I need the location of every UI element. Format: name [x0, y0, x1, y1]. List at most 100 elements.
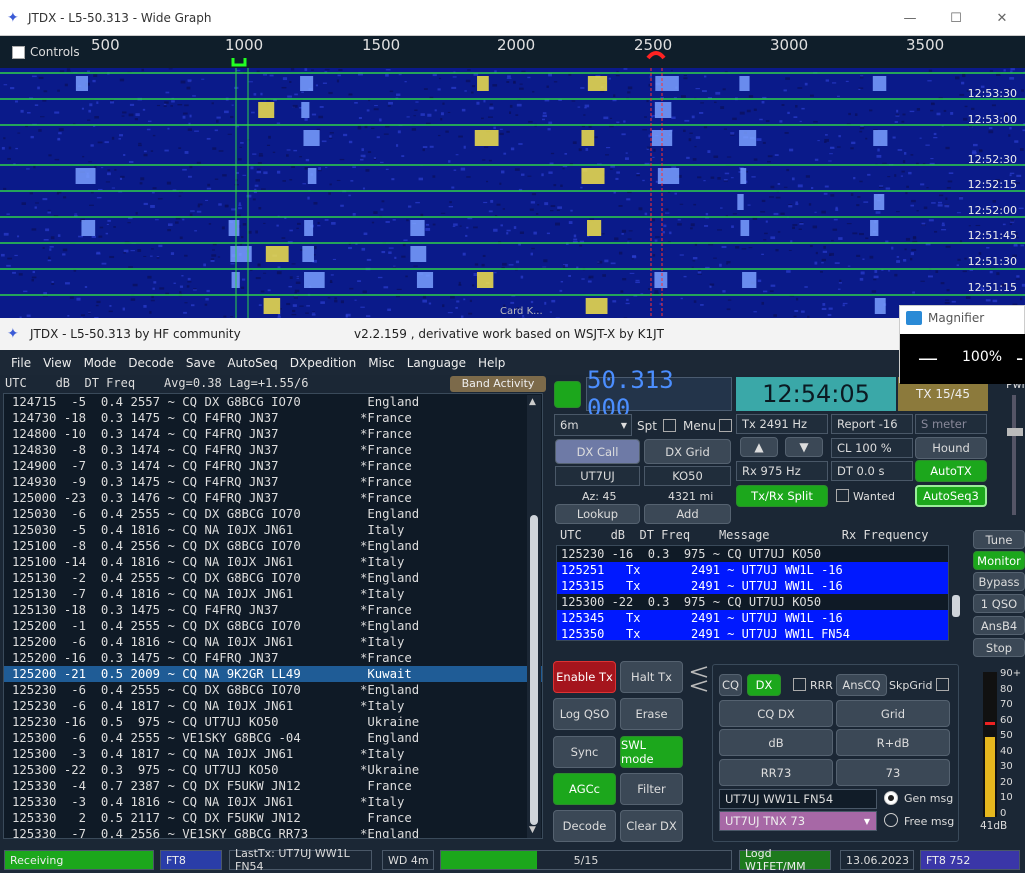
table-row[interactable]: 125300 -6 0.4 2555 ~ VE1SKY G8BCG -04 En…	[4, 730, 542, 746]
autoseq3-button[interactable]: AutoSeq3	[915, 485, 987, 507]
dx-call-field[interactable]: UT7UJ	[555, 466, 640, 486]
zoom-in-icon[interactable]: -	[1016, 346, 1023, 370]
s-meter-field[interactable]: S meter	[915, 414, 987, 434]
dx-button[interactable]: DX	[747, 674, 781, 696]
table-row[interactable]: 125130 -7 0.4 1816 ~ CQ NA I0JX JN61 *It…	[4, 586, 542, 602]
rx-row[interactable]: 125300 -22 0.3 975 ~ CQ UT7UJ KO50	[557, 594, 948, 610]
band-select[interactable]: 6m▼	[554, 414, 632, 436]
table-row[interactable]: 125230 -6 0.4 1817 ~ CQ NA I0JX JN61 *It…	[4, 698, 542, 714]
lookup-button[interactable]: Lookup	[555, 504, 640, 524]
ansb4-button[interactable]: AnsB4	[973, 616, 1025, 635]
one-qso-button[interactable]: 1 QSO	[973, 594, 1025, 613]
table-row[interactable]: 125300 -3 0.4 1817 ~ CQ NA I0JX JN61 *It…	[4, 746, 542, 762]
tune-button[interactable]: Tune	[973, 530, 1025, 549]
menu-autoseq[interactable]: AutoSeq	[221, 356, 283, 370]
menu-view[interactable]: View	[37, 356, 77, 370]
enable-tx-button[interactable]: Enable Tx	[553, 661, 616, 693]
rx-row[interactable]: 125350 Tx 2491 ~ UT7UJ WW1L FN54	[557, 626, 948, 641]
dx-grid-field[interactable]: KO50	[644, 466, 731, 486]
controls-toggle[interactable]: Controls	[12, 45, 80, 59]
log-qso-button[interactable]: Log QSO	[553, 698, 616, 730]
autotx-button[interactable]: AutoTX	[915, 460, 987, 482]
rx-scrollbar[interactable]	[950, 545, 962, 641]
table-row[interactable]: 124730 -18 0.3 1475 ~ CQ F4FRQ JN37 *Fra…	[4, 410, 542, 426]
maximize-icon[interactable]: ☐	[933, 0, 979, 36]
rx-row[interactable]: 125315 Tx 2491 ~ UT7UJ WW1L -16	[557, 578, 948, 594]
bypass-button[interactable]: Bypass	[973, 572, 1025, 591]
r-db-button[interactable]: R+dB	[836, 729, 950, 756]
rr73-button[interactable]: RR73	[719, 759, 833, 786]
waterfall[interactable]: 12:53:30 12:53:00 12:52:30 12:52:15 12:5…	[0, 68, 1025, 318]
dx-grid-button[interactable]: DX Grid	[644, 439, 731, 464]
rx-frequency-field[interactable]: Rx 975 Hz	[736, 461, 828, 481]
clear-dx-button[interactable]: Clear DX	[620, 810, 683, 842]
table-row[interactable]: 124715 -5 0.4 2557 ~ CQ DX G8BCG IO70 En…	[4, 394, 542, 410]
power-slider[interactable]	[1004, 395, 1024, 515]
up-arrow-icon[interactable]: ▲	[740, 437, 778, 457]
table-row[interactable]: 125330 2 0.5 2117 ~ CQ DX F5UKW JN12 Fra…	[4, 810, 542, 826]
menu-decode[interactable]: Decode	[122, 356, 180, 370]
controls-checkbox[interactable]	[12, 46, 25, 59]
frequency-scale[interactable]: Controls 500 1000 1500 2000 2500 3000 35…	[0, 36, 1025, 68]
rrr-checkbox[interactable]	[793, 678, 806, 691]
dt-field[interactable]: DT 0.0 s	[831, 461, 913, 481]
down-arrow-icon[interactable]: ▼	[785, 437, 823, 457]
rx-marker-icon[interactable]	[230, 56, 250, 68]
menu-misc[interactable]: Misc	[362, 356, 401, 370]
cl-field[interactable]: CL 100 %	[831, 438, 913, 458]
table-row[interactable]: 125100 -14 0.4 1816 ~ CQ NA I0JX JN61 *I…	[4, 554, 542, 570]
spt-checkbox[interactable]	[663, 419, 676, 432]
monitor-button[interactable]: Monitor	[973, 551, 1025, 570]
band-activity-list[interactable]: 124715 -5 0.4 2557 ~ CQ DX G8BCG IO70 En…	[3, 393, 543, 839]
rx-row[interactable]: 125230 -16 0.3 975 ~ CQ UT7UJ KO50	[557, 546, 948, 562]
wanted-checkbox[interactable]	[836, 489, 849, 502]
menu-dxpedition[interactable]: DXpedition	[284, 356, 362, 370]
table-row[interactable]: 124900 -7 0.3 1474 ~ CQ F4FRQ JN37 *Fran…	[4, 458, 542, 474]
tx-marker-icon[interactable]	[645, 48, 667, 68]
generated-message-field[interactable]: UT7UJ WW1L FN54	[719, 789, 877, 809]
table-row[interactable]: 125000 -23 0.3 1476 ~ CQ F4FRQ JN37 *Fra…	[4, 490, 542, 506]
table-row[interactable]: 124800 -10 0.3 1474 ~ CQ F4FRQ JN37 *Fra…	[4, 426, 542, 442]
free-msg-radio[interactable]	[884, 813, 898, 827]
band-activity-button[interactable]: Band Activity	[450, 376, 546, 392]
txrx-split-button[interactable]: Tx/Rx Split	[736, 485, 828, 507]
tx-frequency-field[interactable]: Tx 2491 Hz	[736, 414, 828, 434]
close-icon[interactable]: ✕	[979, 0, 1025, 36]
free-message-select[interactable]: UT7UJ TNX 73▼	[719, 811, 877, 831]
stop-button[interactable]: Stop	[973, 638, 1025, 657]
cq-dx-button[interactable]: CQ DX	[719, 700, 833, 727]
table-row[interactable]: 125030 -6 0.4 2555 ~ CQ DX G8BCG IO70 En…	[4, 506, 542, 522]
menu-checkbox[interactable]	[719, 419, 732, 432]
zoom-out-icon[interactable]: —	[918, 346, 938, 370]
dx-call-button[interactable]: DX Call	[555, 439, 640, 464]
menu-save[interactable]: Save	[180, 356, 221, 370]
rx-row[interactable]: 125251 Tx 2491 ~ UT7UJ WW1L -16	[557, 562, 948, 578]
table-row[interactable]: 125130 -2 0.4 2555 ~ CQ DX G8BCG IO70 *E…	[4, 570, 542, 586]
filter-button[interactable]: Filter	[620, 773, 683, 805]
anscq-button[interactable]: AnsCQ	[836, 674, 887, 696]
add-button[interactable]: Add	[644, 504, 731, 524]
table-row[interactable]: 124930 -9 0.3 1475 ~ CQ F4FRQ JN37 *Fran…	[4, 474, 542, 490]
table-row[interactable]: 125330 -3 0.4 1816 ~ CQ NA I0JX JN61 *It…	[4, 794, 542, 810]
report-field[interactable]: Report -16	[831, 414, 913, 434]
menu-help[interactable]: Help	[472, 356, 511, 370]
table-row[interactable]: 125330 -4 0.7 2387 ~ CQ DX F5UKW JN12 Fr…	[4, 778, 542, 794]
dial-frequency[interactable]: 50.313 000	[586, 377, 732, 411]
rx-row[interactable]: 125345 Tx 2491 ~ UT7UJ WW1L -16	[557, 610, 948, 626]
menu-file[interactable]: File	[5, 356, 37, 370]
skpgrid-checkbox[interactable]	[936, 678, 949, 691]
waterfall-canvas[interactable]	[0, 68, 1025, 318]
table-row[interactable]: 125200 -21 0.5 2009 ~ CQ NA 9K2GR LL49 K…	[4, 666, 542, 682]
grid-button[interactable]: Grid	[836, 700, 950, 727]
band-activity-scrollbar[interactable]: ▲ ▼	[527, 395, 541, 838]
halt-tx-button[interactable]: Halt Tx	[620, 661, 683, 693]
agcc-button[interactable]: AGCc	[553, 773, 616, 805]
table-row[interactable]: 125200 -16 0.3 1475 ~ CQ F4FRQ JN37 *Fra…	[4, 650, 542, 666]
decode-button[interactable]: Decode	[553, 810, 616, 842]
sync-button[interactable]: Sync	[553, 736, 616, 768]
hound-button[interactable]: Hound	[915, 437, 987, 459]
table-row[interactable]: 125100 -8 0.4 2556 ~ CQ DX G8BCG IO70 *E…	[4, 538, 542, 554]
table-row[interactable]: 125300 -22 0.3 975 ~ CQ UT7UJ KO50 *Ukra…	[4, 762, 542, 778]
erase-button[interactable]: Erase	[620, 698, 683, 730]
table-row[interactable]: 125230 -6 0.4 2555 ~ CQ DX G8BCG IO70 *E…	[4, 682, 542, 698]
